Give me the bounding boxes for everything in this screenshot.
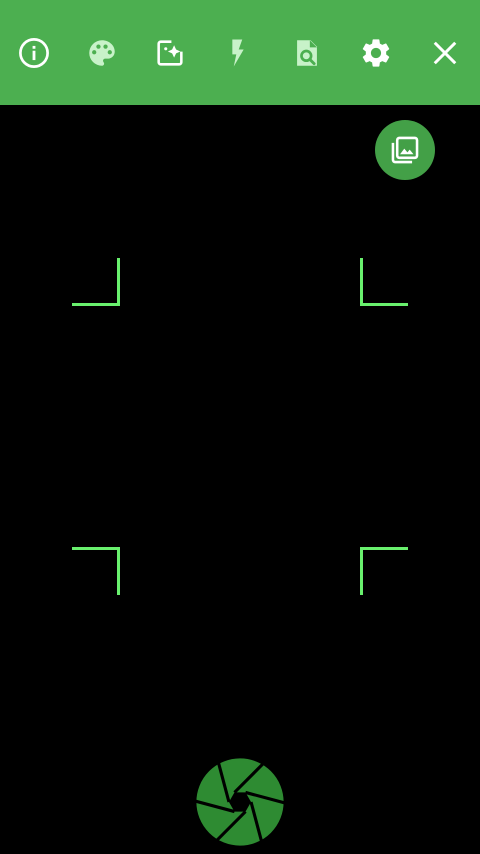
flash-icon bbox=[232, 39, 244, 67]
camera-scanner-screen bbox=[0, 0, 480, 854]
camera-aperture-icon bbox=[194, 757, 286, 847]
palette-icon bbox=[89, 40, 115, 66]
gallery-button[interactable] bbox=[375, 120, 435, 180]
document-search-button[interactable] bbox=[284, 30, 330, 76]
photo-library-icon bbox=[391, 136, 419, 164]
close-button[interactable] bbox=[422, 30, 468, 76]
shutter-button[interactable] bbox=[194, 756, 286, 848]
viewfinder-corner-top-left bbox=[72, 258, 120, 306]
viewfinder-corner-bottom-right bbox=[360, 547, 408, 595]
image-enhance-button[interactable] bbox=[147, 30, 193, 76]
close-icon bbox=[433, 41, 457, 65]
document-search-icon bbox=[297, 40, 317, 66]
viewfinder-corner-bottom-left bbox=[72, 547, 120, 595]
info-button[interactable] bbox=[11, 30, 57, 76]
top-toolbar bbox=[0, 0, 480, 105]
theme-button[interactable] bbox=[79, 30, 125, 76]
image-enhance-icon bbox=[157, 40, 183, 66]
flash-button[interactable] bbox=[215, 30, 261, 76]
settings-icon bbox=[362, 39, 390, 67]
info-icon bbox=[19, 38, 49, 68]
settings-button[interactable] bbox=[353, 30, 399, 76]
viewfinder-corner-top-right bbox=[360, 258, 408, 306]
